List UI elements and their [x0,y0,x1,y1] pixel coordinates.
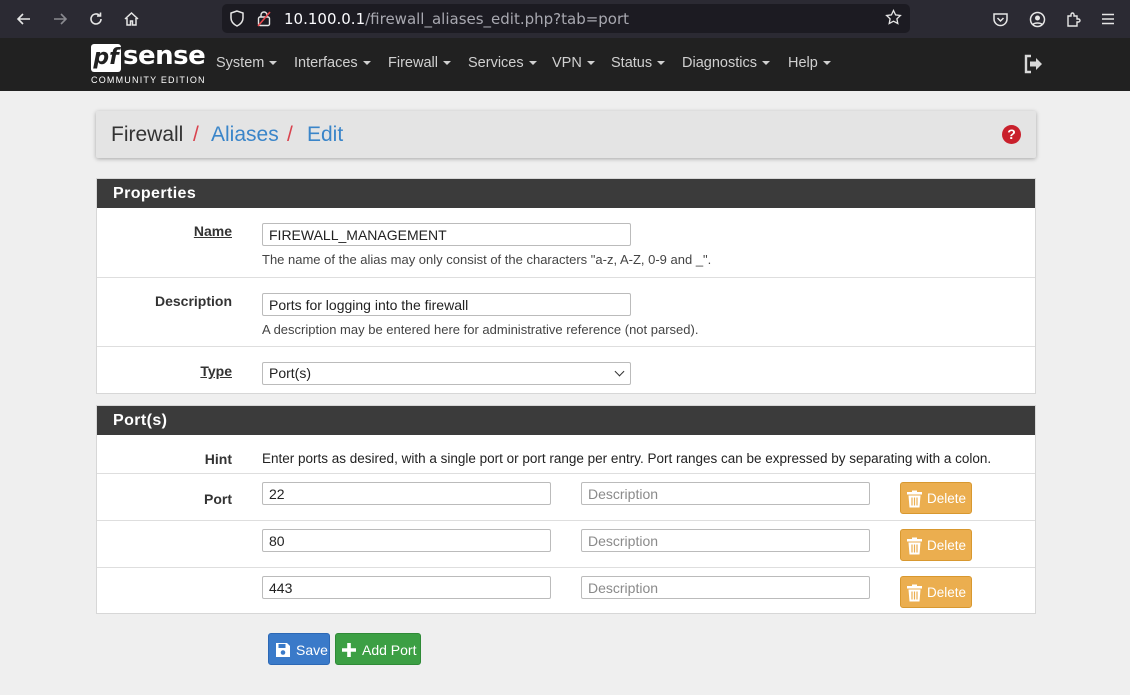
menu-diagnostics[interactable]: Diagnostics [682,38,770,91]
hint-row: Hint Enter ports as desired, with a sing… [97,444,1035,474]
url-bar[interactable]: 10.100.0.1/firewall_aliases_edit.php?tab… [222,4,910,33]
menu-interfaces[interactable]: Interfaces [294,38,371,91]
delete-label: Delete [927,538,967,553]
menu-services[interactable]: Services [468,38,537,91]
forward-arrow-icon[interactable] [48,7,72,31]
properties-heading: Properties [97,179,1035,208]
menu-system[interactable]: System [216,38,278,91]
port-row: Delete [97,567,1035,614]
port-value-input[interactable] [262,482,551,505]
hint-text: Enter ports as desired, with a single po… [262,451,992,466]
add-port-label: Add Port [362,642,417,658]
port-row: Delete [97,520,1035,567]
logout-icon[interactable] [1022,53,1044,75]
description-help-text: A description may be entered here for ad… [262,322,699,337]
delete-port-button[interactable]: Delete [900,576,972,608]
caret-down-icon [761,61,770,66]
delete-port-button[interactable]: Delete [900,482,972,514]
port-row: Port Delete [97,473,1035,520]
name-label: Name [193,223,232,239]
menu-vpn[interactable]: VPN [552,38,595,91]
port-value-input[interactable] [262,529,551,552]
menu-help[interactable]: Help [788,38,831,91]
caret-down-icon [269,61,278,66]
delete-label: Delete [927,585,967,600]
caret-down-icon [362,61,371,66]
logo-edition: COMMUNITY EDITION [91,75,206,85]
port-description-input[interactable] [581,529,870,552]
menu-status[interactable]: Status [611,38,666,91]
trash-icon [907,537,922,555]
trash-icon [907,584,922,602]
ports-panel: Port(s) Hint Enter ports as desired, wit… [96,405,1036,614]
back-arrow-icon[interactable] [12,7,36,31]
name-row: Name The name of the alias may only cons… [97,208,1035,277]
type-select[interactable]: Port(s) [262,362,631,385]
logo-sense: sense [123,41,206,71]
type-select-value: Port(s) [269,365,311,381]
type-label: Type [200,363,232,379]
trash-icon [907,490,922,508]
properties-panel: Properties Name The name of the alias ma… [96,178,1036,394]
browser-toolbar: 10.100.0.1/firewall_aliases_edit.php?tab… [0,0,1130,38]
caret-down-icon [586,61,595,66]
pfsense-logo[interactable]: pf sense COMMUNITY EDITION [91,41,206,86]
caret-down-icon [528,61,537,66]
url-text[interactable]: 10.100.0.1/firewall_aliases_edit.php?tab… [284,10,629,28]
extensions-puzzle-icon[interactable] [1061,7,1085,31]
breadcrumb-separator: / [193,123,199,146]
help-question-icon[interactable]: ? [1002,125,1021,144]
hint-label: Hint [204,451,232,467]
logo-pf: pf [91,44,121,72]
port-label: Port [204,491,232,507]
lock-icon[interactable] [257,10,271,31]
plus-icon [342,643,356,657]
name-help-text: The name of the alias may only consist o… [262,252,712,267]
breadcrumb: Firewall / Aliases / Edit ? [96,111,1036,158]
floppy-icon [276,643,290,657]
caret-down-icon [657,61,666,66]
chevron-down-icon [614,366,625,377]
caret-down-icon [442,61,451,66]
reload-icon[interactable] [84,7,108,31]
menu-firewall[interactable]: Firewall [388,38,451,91]
caret-down-icon [822,61,831,66]
description-row: Description A description may be entered… [97,277,1035,346]
description-input[interactable] [262,293,631,316]
port-description-input[interactable] [581,576,870,599]
name-input[interactable] [262,223,631,246]
breadcrumb-edit-link[interactable]: Edit [307,123,343,147]
hamburger-menu-icon[interactable] [1096,7,1120,31]
account-icon[interactable] [1025,7,1049,31]
add-port-button[interactable]: Add Port [335,633,421,665]
delete-port-button[interactable]: Delete [900,529,972,561]
ports-heading: Port(s) [97,406,1035,435]
save-button[interactable]: Save [268,633,330,665]
pocket-icon[interactable] [988,7,1012,31]
port-description-input[interactable] [581,482,870,505]
description-label: Description [154,293,232,309]
home-icon[interactable] [119,7,143,31]
type-row: Type Port(s) [97,346,1035,394]
shield-icon[interactable] [229,10,245,31]
port-value-input[interactable] [262,576,551,599]
bookmark-star-icon[interactable] [885,8,902,30]
breadcrumb-separator: / [287,123,293,146]
breadcrumb-aliases-link[interactable]: Aliases [211,123,279,147]
delete-label: Delete [927,491,967,506]
save-label: Save [296,642,328,658]
breadcrumb-firewall: Firewall [111,123,184,146]
main-navbar: pf sense COMMUNITY EDITION System Interf… [0,38,1130,91]
